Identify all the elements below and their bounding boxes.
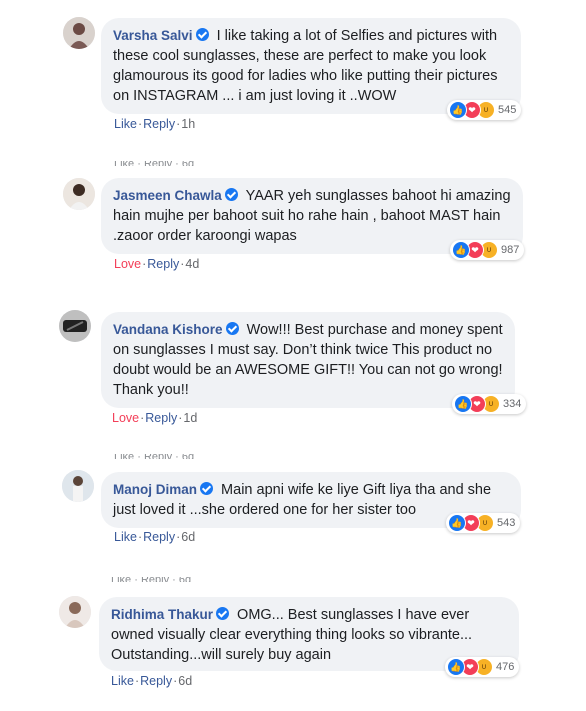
comment-actions: Love·Reply·1d <box>112 411 198 425</box>
verified-badge-icon <box>225 322 239 335</box>
avatar[interactable] <box>59 310 91 342</box>
reaction-count: 545 <box>498 104 517 116</box>
comment-text: visually clear everything thing looks so… <box>111 627 473 663</box>
commenter-name[interactable]: Ridhima Thakur <box>111 607 213 622</box>
reaction-summary[interactable]: 👍 ❤ ∪ 334 <box>452 394 527 414</box>
reply-button[interactable]: Reply <box>143 117 175 131</box>
verified-badge-icon <box>200 482 214 495</box>
comment-text-first: YAAR yeh sunglasses bahoot hi amazing <box>245 188 511 204</box>
like-reaction-icon: 👍 <box>454 395 472 413</box>
love-button[interactable]: Love <box>112 411 139 425</box>
timestamp[interactable]: 1h <box>181 117 195 131</box>
like-reaction-icon: 👍 <box>452 241 470 259</box>
avatar[interactable] <box>63 17 95 49</box>
comment-actions: Like·Reply·1h <box>114 117 196 131</box>
avatar[interactable] <box>59 596 91 628</box>
commenter-name[interactable]: Vandana Kishore <box>113 322 223 337</box>
reaction-summary[interactable]: 👍 ❤ ∪ 987 <box>450 240 525 260</box>
avatar[interactable] <box>62 470 94 502</box>
reaction-summary[interactable]: 👍 ❤ ∪ 543 <box>446 513 521 533</box>
reply-button[interactable]: Reply <box>145 411 177 425</box>
reaction-count: 334 <box>503 398 522 410</box>
like-button[interactable]: Like <box>114 530 137 544</box>
like-button[interactable]: Like <box>111 674 134 688</box>
reaction-summary[interactable]: 👍 ❤ ∪ 476 <box>445 657 520 677</box>
timestamp[interactable]: 6d <box>178 674 192 688</box>
timestamp[interactable]: 1d <box>183 411 197 425</box>
timestamp[interactable]: 6d <box>181 530 195 544</box>
timestamp[interactable]: 4d <box>185 257 199 271</box>
scrolled-actions-fragment: Like · Reply · 6d <box>111 577 191 582</box>
comment-text: cool sunglasses, these are perfect to ma… <box>113 48 498 104</box>
like-reaction-icon: 👍 <box>449 101 467 119</box>
reply-button[interactable]: Reply <box>140 674 172 688</box>
comment-actions: Like·Reply·6d <box>111 674 193 688</box>
commenter-name[interactable]: Manoj Diman <box>113 482 197 497</box>
reply-button[interactable]: Reply <box>143 530 175 544</box>
comment-text: loved it ...she ordered one for her sist… <box>139 502 417 518</box>
comment-bubble: Vandana Kishore Wow!!! Best purchase and… <box>101 312 515 408</box>
scrolled-actions-fragment: Like · Reply · 6d <box>114 454 194 459</box>
comment-text: hain mujhe per bahoot suit ho rahe hain … <box>113 208 501 244</box>
like-button[interactable]: Like <box>114 117 137 131</box>
verified-badge-icon <box>216 607 230 620</box>
like-reaction-icon: 👍 <box>448 514 466 532</box>
reaction-count: 476 <box>496 661 515 673</box>
reaction-count: 987 <box>501 244 520 256</box>
reaction-count: 543 <box>497 517 516 529</box>
comment-actions: Like·Reply·6d <box>114 530 196 544</box>
avatar[interactable] <box>63 178 95 210</box>
verified-badge-icon <box>195 28 209 41</box>
comment-text: sunglasses I must say. Don’t think twice… <box>113 342 503 398</box>
love-button[interactable]: Love <box>114 257 141 271</box>
verified-badge-icon <box>224 188 238 201</box>
comment-actions: Love·Reply·4d <box>114 257 200 271</box>
commenter-name[interactable]: Varsha Salvi <box>113 28 193 43</box>
like-reaction-icon: 👍 <box>447 658 465 676</box>
reply-button[interactable]: Reply <box>147 257 179 271</box>
reaction-summary[interactable]: 👍 ❤ ∪ 545 <box>447 100 522 120</box>
commenter-name[interactable]: Jasmeen Chawla <box>113 188 222 203</box>
scrolled-actions-fragment: Like · Reply · 6d <box>114 161 194 166</box>
